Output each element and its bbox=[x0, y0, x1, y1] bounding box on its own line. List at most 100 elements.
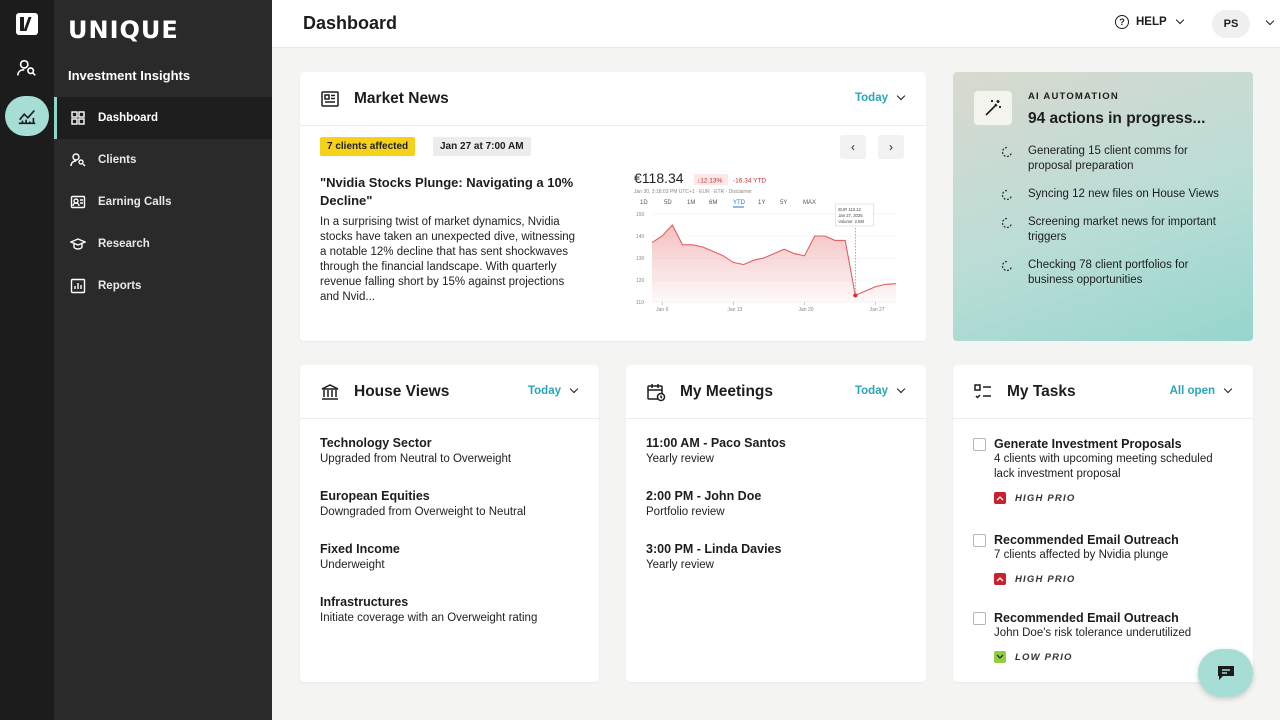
brand-logo-icon[interactable] bbox=[16, 13, 38, 35]
report-icon bbox=[70, 278, 86, 294]
item-title: Fixed Income bbox=[320, 542, 400, 556]
meetings-filter[interactable]: Today bbox=[855, 384, 906, 397]
ai-action-text: Generating 15 client comms for proposal … bbox=[1028, 145, 1188, 172]
newspaper-icon bbox=[320, 89, 340, 109]
range-tab-6m[interactable]: 6M bbox=[709, 200, 717, 206]
item-subtitle: Yearly review bbox=[646, 559, 714, 571]
chevron-down-icon[interactable] bbox=[1265, 16, 1275, 26]
ai-action-item: Checking 78 client portfolios for busine… bbox=[1001, 258, 1231, 288]
spinner-icon bbox=[1001, 189, 1013, 201]
item-subtitle: Yearly review bbox=[646, 453, 714, 465]
range-tab-1m[interactable]: 1M bbox=[687, 200, 695, 206]
news-headline[interactable]: "Nvidia Stocks Plunge: Navigating a 10% … bbox=[320, 174, 580, 210]
priority-label: LOW PRIO bbox=[1015, 651, 1073, 663]
tasks-filter[interactable]: All open bbox=[1169, 384, 1233, 397]
list-item[interactable]: 2:00 PM - John Doe Portfolio review bbox=[646, 488, 786, 520]
market-news-card: Market News Today 7 clients affected Jan… bbox=[300, 72, 926, 341]
chat-icon bbox=[1217, 666, 1234, 680]
graduation-cap-icon bbox=[70, 236, 86, 252]
task-checkbox[interactable] bbox=[973, 612, 986, 625]
stock-chart: €118.34 ↓12.13% -16.34 YTD Jan 30, 3:18:… bbox=[634, 168, 904, 314]
range-tab-1d[interactable]: 1D bbox=[640, 200, 648, 206]
priority-badge: HIGH PRIO bbox=[994, 573, 1253, 585]
house-views-filter[interactable]: Today bbox=[528, 384, 579, 397]
sidebar-item-dashboard[interactable]: Dashboard bbox=[54, 97, 272, 139]
priority-low-icon bbox=[994, 651, 1006, 663]
sidebar: UNIQUE Investment Insights Dashboard Cli… bbox=[54, 0, 272, 720]
range-tabs: 1D 5D 1M 6M YTD 1Y 5Y MAX bbox=[640, 200, 816, 208]
sidebar-item-research[interactable]: Research bbox=[54, 223, 272, 265]
item-title: Technology Sector bbox=[320, 436, 432, 450]
y-tick-label: 140 bbox=[636, 234, 645, 240]
clients-icon bbox=[70, 152, 86, 168]
list-item[interactable]: European Equities Downgraded from Overwei… bbox=[320, 488, 537, 520]
range-tab-5y[interactable]: 5Y bbox=[780, 200, 787, 206]
next-news-button[interactable]: › bbox=[878, 135, 904, 159]
task-title[interactable]: Recommended Email Outreach bbox=[994, 610, 1253, 626]
list-item[interactable]: 3:00 PM - Linda Davies Yearly review bbox=[646, 541, 786, 573]
avatar[interactable]: PS bbox=[1212, 10, 1250, 38]
range-tab-5d[interactable]: 5D bbox=[664, 200, 672, 206]
range-tab-ytd[interactable]: YTD bbox=[733, 200, 746, 206]
sidebar-item-reports[interactable]: Reports bbox=[54, 265, 272, 307]
task-title[interactable]: Generate Investment Proposals bbox=[994, 436, 1253, 452]
task-title[interactable]: Recommended Email Outreach bbox=[994, 532, 1253, 548]
news-body: In a surprising twist of market dynamics… bbox=[320, 216, 576, 303]
spinner-icon bbox=[1001, 260, 1013, 272]
filter-label: All open bbox=[1169, 385, 1215, 397]
card-title: My Meetings bbox=[680, 382, 774, 400]
card-header: House Views Today bbox=[300, 365, 599, 419]
chat-button[interactable] bbox=[1198, 649, 1253, 697]
list-item[interactable]: Fixed Income Underweight bbox=[320, 541, 537, 573]
y-tick-label: 150 bbox=[636, 212, 645, 218]
meetings-card: My Meetings Today 11:00 AM - Paco Santos… bbox=[626, 365, 926, 682]
ai-automation-card: AI AUTOMATION 94 actions in progress... … bbox=[953, 72, 1253, 341]
list-item[interactable]: Technology Sector Upgraded from Neutral t… bbox=[320, 435, 537, 467]
range-tab-1y[interactable]: 1Y bbox=[758, 200, 765, 206]
tooltip-text: EUR 113.12Jan 27, 2025Volume: 2.5M bbox=[838, 207, 864, 224]
item-title: 2:00 PM - John Doe bbox=[646, 489, 762, 503]
task-checkbox[interactable] bbox=[973, 438, 986, 451]
ai-action-item: Syncing 12 new files on House Views bbox=[1001, 187, 1231, 202]
sidebar-nav: Dashboard Clients Earning Calls Research… bbox=[54, 97, 272, 307]
card-title: House Views bbox=[354, 382, 450, 400]
sidebar-item-label: Research bbox=[98, 238, 150, 250]
news-date-badge: Jan 27 at 7:00 AM bbox=[433, 137, 531, 156]
ai-title: 94 actions in progress... bbox=[1028, 110, 1206, 127]
bank-icon bbox=[320, 382, 340, 402]
icon-rail bbox=[0, 0, 54, 720]
page-title: Dashboard bbox=[303, 13, 398, 33]
priority-badge: HIGH PRIO bbox=[994, 492, 1253, 504]
change-pct: ↓12.13% bbox=[697, 178, 723, 185]
chart-icon[interactable] bbox=[5, 96, 49, 136]
tasks-card: My Tasks All open Generate Investment Pr… bbox=[953, 365, 1253, 682]
item-title: Infrastructures bbox=[320, 595, 409, 609]
sidebar-item-label: Dashboard bbox=[98, 112, 159, 124]
list-item[interactable]: Infrastructures Initiate coverage with an… bbox=[320, 594, 537, 626]
market-news-filter[interactable]: Today bbox=[855, 91, 906, 104]
task-subtitle: 7 clients affected by Nvidia plunge bbox=[994, 549, 1169, 561]
sidebar-item-earning-calls[interactable]: Earning Calls bbox=[54, 181, 272, 223]
brand-logo[interactable]: UNIQUE bbox=[68, 16, 179, 44]
spinner-icon bbox=[1001, 146, 1013, 158]
stock-price: €118.34 bbox=[634, 170, 684, 186]
y-tick-label: 130 bbox=[636, 256, 645, 262]
chevron-down-icon bbox=[896, 91, 906, 101]
help-menu-button[interactable]: ? HELP bbox=[1115, 15, 1184, 29]
card-header: My Tasks All open bbox=[953, 365, 1253, 419]
task-checkbox[interactable] bbox=[973, 534, 986, 547]
help-icon: ? bbox=[1115, 15, 1129, 29]
calendar-clock-icon bbox=[646, 382, 666, 402]
prev-news-button[interactable]: ‹ bbox=[840, 135, 866, 159]
chevron-right-icon: › bbox=[889, 140, 893, 154]
list-item[interactable]: 11:00 AM - Paco Santos Yearly review bbox=[646, 435, 786, 467]
x-tick-label: Jan 20 bbox=[799, 307, 814, 313]
y-tick-label: 120 bbox=[636, 278, 645, 284]
item-title: European Equities bbox=[320, 489, 430, 503]
user-search-icon[interactable] bbox=[5, 48, 49, 88]
meetings-list: 11:00 AM - Paco Santos Yearly review 2:00… bbox=[646, 435, 786, 594]
sidebar-item-clients[interactable]: Clients bbox=[54, 139, 272, 181]
card-header: Market News Today bbox=[300, 72, 926, 126]
range-tab-max[interactable]: MAX bbox=[803, 200, 816, 206]
checklist-icon bbox=[973, 382, 993, 402]
